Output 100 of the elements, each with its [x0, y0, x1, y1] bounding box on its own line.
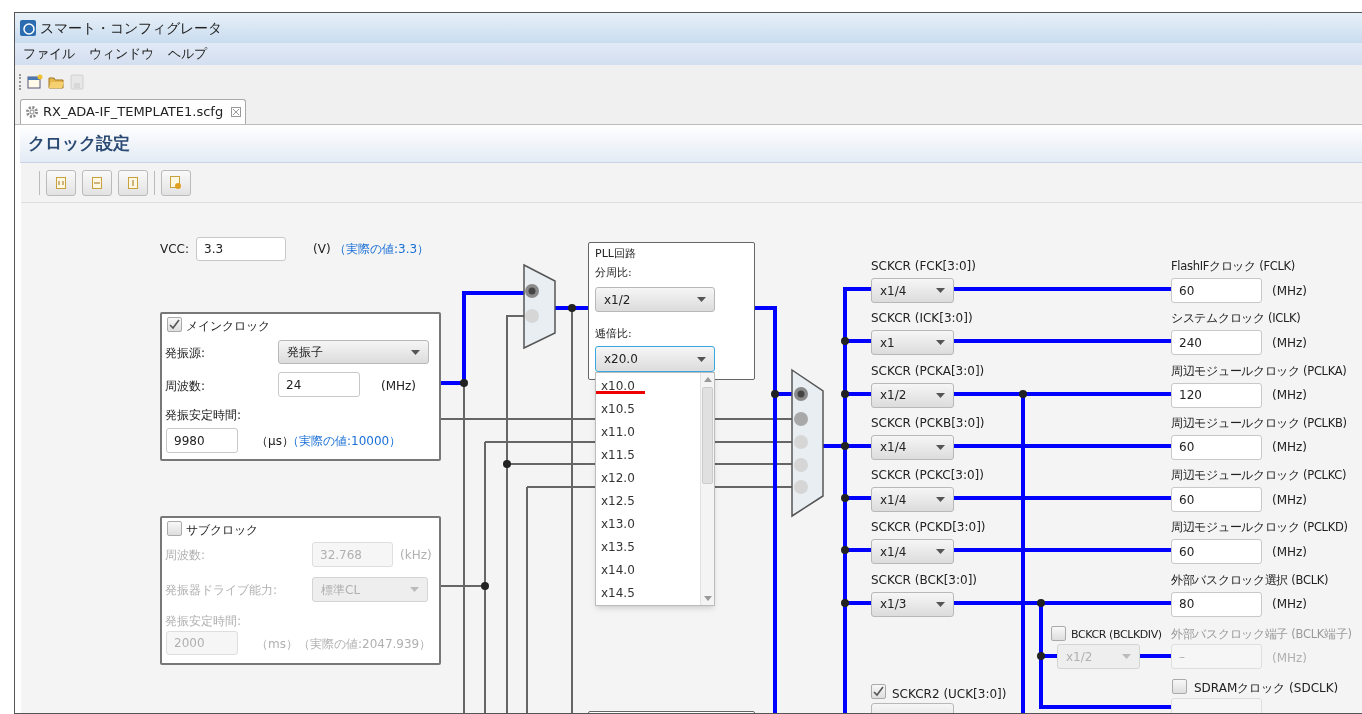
- label: SCKCR (BCK[3:0]): [871, 571, 978, 588]
- unit-label: (MHz): [1272, 544, 1308, 561]
- label: 周辺モジュールクロック (PCLKB): [1171, 414, 1347, 431]
- dropdown[interactable]: x1/2: [871, 382, 954, 408]
- junction-dot: [841, 494, 849, 502]
- caret-icon: [936, 392, 945, 398]
- caret-icon: [1122, 654, 1131, 659]
- menu-item[interactable]: ヘルプ: [168, 44, 207, 64]
- caret-icon: [936, 340, 945, 346]
- dropdown-option[interactable]: x13.5: [601, 540, 635, 555]
- panel-title: PLL回路: [595, 246, 636, 262]
- fit-view-button[interactable]: [46, 169, 76, 196]
- label: 発振安定時間:: [165, 613, 242, 630]
- junction-dot: [841, 546, 849, 554]
- checkbox[interactable]: [1172, 679, 1187, 694]
- selector-input-dot[interactable]: [525, 309, 539, 323]
- menu-item[interactable]: ウィンドウ: [89, 44, 154, 64]
- input-field[interactable]: 60: [1171, 278, 1262, 303]
- dropdown-option[interactable]: x14.0: [601, 563, 635, 578]
- page-export-icon: [170, 175, 182, 190]
- selector-input-dot[interactable]: [794, 458, 808, 472]
- dropdown[interactable]: 発振子: [278, 340, 429, 364]
- dropdown[interactable]: x1/4: [871, 278, 954, 303]
- scrollbar-thumb[interactable]: [702, 387, 713, 484]
- dropdown[interactable]: x1/2: [595, 287, 715, 312]
- editor-tab[interactable]: RX_ADA-IF_TEMPLATE1.scfg: [20, 99, 247, 124]
- selector-input-dot[interactable]: [525, 284, 539, 298]
- fit-height-button[interactable]: [118, 169, 148, 196]
- label: 発振源:: [165, 345, 206, 362]
- checkbox[interactable]: [167, 521, 182, 536]
- caret-icon: [936, 549, 945, 555]
- junction-dot: [1037, 599, 1045, 607]
- dropdown-option[interactable]: x11.5: [601, 447, 635, 462]
- junction-dot: [841, 390, 849, 398]
- input-field[interactable]: 3.3: [196, 237, 286, 261]
- label: SCKCR (ICK[3:0]): [871, 310, 973, 327]
- checkbox[interactable]: [167, 317, 182, 332]
- app-logo-icon: [20, 20, 36, 36]
- label: 周辺モジュールクロック (PCLKA): [1171, 362, 1347, 379]
- caret-icon: [936, 288, 945, 293]
- label: SCKCR (PCKD[3:0]): [871, 519, 986, 536]
- dropdown-option[interactable]: x14.5: [601, 586, 635, 601]
- dropdown-option[interactable]: x12.0: [601, 470, 635, 485]
- label: システムクロック (ICLK): [1171, 310, 1301, 327]
- folder-icon[interactable]: [48, 74, 64, 90]
- checkbox[interactable]: [871, 684, 886, 699]
- junction-dot: [1019, 390, 1027, 398]
- label: SCKCR (PCKB[3:0]): [871, 414, 985, 431]
- new-file-icon[interactable]: [27, 74, 43, 90]
- dropdown-option[interactable]: x10.5: [601, 401, 635, 416]
- selector-input-dot[interactable]: [794, 412, 808, 426]
- junction-dot: [568, 304, 576, 312]
- selector-input-dot[interactable]: [794, 435, 808, 449]
- dropdown-option[interactable]: x13.0: [601, 517, 635, 532]
- dropdown[interactable]: x1/3: [871, 591, 954, 617]
- input-field[interactable]: 60: [1171, 487, 1262, 513]
- label: 外部バスクロック選択 (BCLK): [1171, 571, 1329, 588]
- fit-width-button[interactable]: [82, 169, 112, 196]
- label: 発振器ドライブ能力:: [165, 582, 278, 599]
- checkbox-label: BCKCR (BCLKDIV): [1071, 627, 1162, 643]
- dropdown[interactable]: x20.0: [595, 346, 715, 372]
- dropdown-option[interactable]: x10.0: [601, 378, 635, 393]
- junction-dot: [841, 442, 849, 450]
- input-field[interactable]: 120: [1171, 382, 1262, 408]
- unit-label: (MHz): [381, 378, 417, 395]
- dropdown-option[interactable]: x12.5: [601, 494, 635, 508]
- scroll-up-icon[interactable]: [704, 377, 712, 382]
- page-icon: [92, 176, 102, 189]
- scroll-down-icon[interactable]: [704, 596, 712, 601]
- unit-label: (V): [313, 241, 331, 258]
- actual-value-label: （実際の値:3.3）: [334, 241, 430, 258]
- dropdown[interactable]: x1/4: [871, 487, 954, 513]
- dropdown[interactable]: x1: [871, 330, 954, 356]
- junction-dot: [1037, 652, 1045, 660]
- dropdown-option[interactable]: x11.0: [601, 424, 635, 439]
- page-icon: [56, 176, 66, 189]
- label: 周波数:: [165, 547, 206, 564]
- dropdown[interactable]: x1/4: [871, 539, 954, 565]
- input-field[interactable]: 60: [1171, 434, 1262, 460]
- checkbox[interactable]: [1051, 626, 1066, 641]
- actual-value-label: （実際の値:2047.939）: [297, 636, 432, 653]
- selector-input-dot[interactable]: [794, 387, 808, 401]
- close-icon[interactable]: [231, 107, 242, 117]
- label: 周波数:: [165, 378, 206, 395]
- input-field[interactable]: 24: [278, 372, 360, 397]
- unit-label: （ms）: [256, 636, 298, 653]
- dropdown[interactable]: x1/4: [871, 434, 954, 460]
- junction-dot: [841, 337, 849, 345]
- menu-item[interactable]: ファイル: [23, 44, 75, 64]
- export-button[interactable]: [161, 169, 191, 196]
- selector-input-dot[interactable]: [794, 480, 808, 494]
- window-title: スマート・コンフィグレータ: [40, 18, 222, 38]
- scrollbar[interactable]: [700, 373, 714, 605]
- input-field[interactable]: 60: [1171, 539, 1262, 565]
- input-field[interactable]: 240: [1171, 330, 1262, 356]
- gear-icon: [25, 105, 39, 119]
- junction-dot: [771, 390, 779, 398]
- input-field[interactable]: 80: [1171, 591, 1262, 617]
- input-field[interactable]: 9980: [166, 428, 238, 453]
- label: 逓倍比:: [595, 326, 632, 342]
